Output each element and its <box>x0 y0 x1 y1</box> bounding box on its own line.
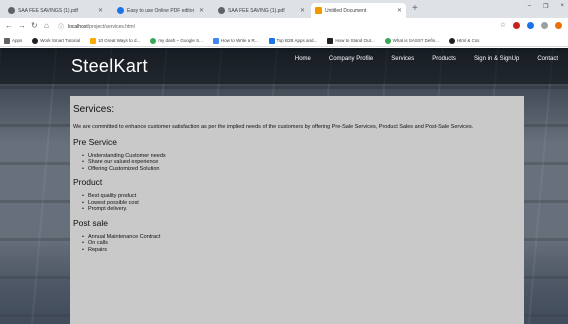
toolbar-extensions: ☆ <box>500 21 562 29</box>
extensions-puzzle-icon[interactable] <box>541 21 548 29</box>
bookmark-label: Html & Css <box>456 38 480 43</box>
service-list: Annual Maintenance Contract On calls Rep… <box>82 234 521 254</box>
tab-label: SAA FEE SAVING (1).pdf <box>228 7 285 14</box>
pdf-editor-icon <box>117 7 124 14</box>
section-heading: Product <box>73 177 103 187</box>
bookmark-label: 10 Great Ways to d... <box>97 38 141 43</box>
google-icon <box>150 37 157 44</box>
bookmark-favicon-icon <box>32 37 39 44</box>
close-icon[interactable]: ✕ <box>98 7 103 14</box>
site-logo[interactable]: SteelKart <box>71 56 148 77</box>
nav-link-contact[interactable]: Contact <box>537 56 558 62</box>
bookmarks-bar: Apps Work Smart Tutorial 10 Great Ways t… <box>0 35 568 47</box>
new-tab-button[interactable]: + <box>412 3 418 15</box>
bookmark-item[interactable]: Work Smart Tutorial <box>32 37 80 44</box>
bookmark-item[interactable]: How to Write a R... <box>212 37 259 44</box>
bookmark-favicon-icon <box>268 37 275 44</box>
bookmark-item[interactable]: Apps <box>4 37 23 44</box>
info-icon[interactable]: ⓘ <box>58 22 64 31</box>
bookmark-label: my dash – Google S... <box>158 38 203 43</box>
home-icon[interactable]: ⌂ <box>44 21 49 31</box>
nav-link-home[interactable]: Home <box>295 56 311 62</box>
nav-link-company-profile[interactable]: Company Profile <box>329 56 373 62</box>
maximize-icon[interactable]: ❐ <box>543 3 548 10</box>
minimize-icon[interactable]: – <box>528 3 531 10</box>
close-icon[interactable]: ✕ <box>300 7 305 14</box>
bookmark-item[interactable]: Html & Css <box>448 37 480 44</box>
apps-grid-icon <box>4 37 10 44</box>
close-icon[interactable]: ✕ <box>199 7 204 14</box>
pdf-icon <box>218 7 225 14</box>
browser-toolbar: ← → ↻ ⌂ ⓘ localhost /project/services.ht… <box>0 18 568 35</box>
bookmark-label: How to Write a R... <box>220 38 259 43</box>
section-heading: Pre Service <box>73 136 117 147</box>
page-title: Services: <box>73 104 115 115</box>
tab-label: SAA FEE SAVINGS (1).pdf <box>18 7 78 14</box>
forward-icon[interactable]: → <box>18 21 26 31</box>
browser-tab-active[interactable]: Untitled Document ✕ <box>311 3 406 18</box>
site-nav: Home Company Profile Services Products S… <box>295 56 558 62</box>
bookmark-star-icon[interactable]: ☆ <box>500 21 506 29</box>
bookmark-label: Apps <box>12 38 23 43</box>
bookmark-item[interactable]: Top B2B Apps and... <box>268 37 318 44</box>
reload-icon[interactable]: ↻ <box>31 21 38 31</box>
services-panel: Services: We are committed to enhance cu… <box>70 96 524 324</box>
pdf-icon <box>8 7 15 14</box>
bookmark-item[interactable]: What is SASS? Defin... <box>384 37 439 44</box>
browser-tab[interactable]: SAA FEE SAVING (1).pdf ✕ <box>214 3 309 18</box>
page-viewport: SteelKart Home Company Profile Services … <box>0 48 568 324</box>
bookmark-favicon-icon <box>384 37 391 44</box>
bookmark-favicon-icon <box>448 37 455 44</box>
url-host: localhost <box>68 23 88 30</box>
window-controls: – ❐ × <box>528 3 564 10</box>
browser-tab[interactable]: Easy to use Online PDF editor ✕ <box>113 3 208 18</box>
bookmark-label: Work Smart Tutorial <box>40 38 80 43</box>
nav-link-sign-in[interactable]: Sign in & SignUp <box>474 56 519 62</box>
profile-avatar-icon[interactable] <box>555 21 562 29</box>
bookmark-item[interactable]: my dash – Google S... <box>150 37 203 44</box>
list-item: Prompt delivery. <box>82 206 521 213</box>
url-path: /project/services.html <box>87 23 135 30</box>
window-close-icon[interactable]: × <box>560 3 564 10</box>
document-icon <box>315 7 322 14</box>
folder-icon <box>89 37 96 44</box>
tab-label: Easy to use Online PDF editor <box>127 7 195 14</box>
back-icon[interactable]: ← <box>5 21 13 31</box>
site-header: SteelKart Home Company Profile Services … <box>0 48 568 84</box>
bookmark-label: Top B2B Apps and... <box>276 38 318 43</box>
section-heading: Post sale <box>73 217 108 228</box>
address-bar[interactable]: ⓘ localhost /project/services.html <box>58 21 488 32</box>
bookmark-label: How to Stand Out... <box>335 38 375 43</box>
browser-tab[interactable]: SAA FEE SAVINGS (1).pdf ✕ <box>4 3 107 18</box>
bookmark-label: What is SASS? Defin... <box>392 38 439 43</box>
service-list: Best quality product Lowest possible cos… <box>82 193 521 213</box>
list-item: Repairs <box>82 247 521 254</box>
bookmark-favicon-icon <box>212 37 219 44</box>
list-item: Offering Customized Solution <box>82 166 521 173</box>
services-intro: We are committed to enhance customer sat… <box>73 124 474 130</box>
browser-tab-strip: SAA FEE SAVINGS (1).pdf ✕ Easy to use On… <box>0 0 568 18</box>
bookmark-favicon-icon <box>327 37 334 44</box>
nav-link-products[interactable]: Products <box>432 56 456 62</box>
service-list: Understanding Customer needs Share our v… <box>82 153 521 173</box>
close-icon[interactable]: ✕ <box>397 7 402 14</box>
bookmark-item[interactable]: 10 Great Ways to d... <box>89 37 141 44</box>
extension-icon[interactable] <box>527 21 534 29</box>
bookmark-item[interactable]: How to Stand Out... <box>327 37 375 44</box>
nav-link-services[interactable]: Services <box>391 56 414 62</box>
tab-label: Untitled Document <box>325 7 367 14</box>
extension-icon[interactable] <box>513 21 520 29</box>
